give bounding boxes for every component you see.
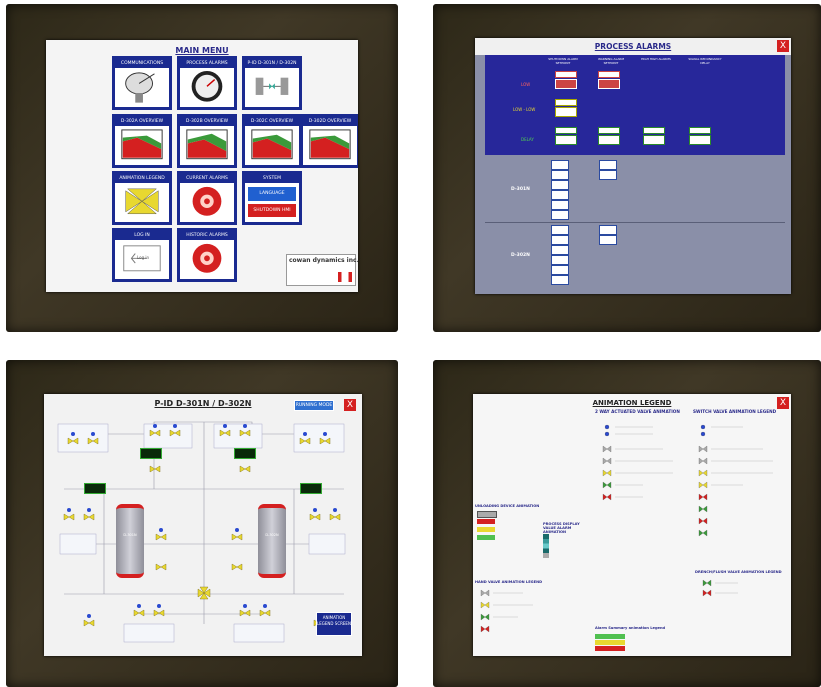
tile-system: SYSTEM LANGUAGE SHUTDOWN HMI [242,171,302,225]
alarm-box[interactable] [551,210,569,220]
alarm-box[interactable] [599,225,617,235]
setpoint-box[interactable] [555,79,577,89]
pid-schematic-icon [255,77,289,95]
setpoint-box[interactable] [598,71,620,78]
satellite-dish-icon [125,72,155,103]
animation-legend-screen-button[interactable]: ANIMATION LEGEND SCREEN [316,612,352,636]
legend-valve-icons [480,424,773,633]
alarm-summary-swatch-yellow [595,640,625,645]
process-value-swatches [543,534,549,558]
setpoint-box[interactable] [598,79,620,89]
tile-animation-legend[interactable]: ANIMATION LEGEND [112,171,172,225]
tank-level-icon [251,129,293,160]
setpoint-box[interactable] [643,127,665,134]
d302n-section: D-302N [485,223,785,289]
alarm-bell-icon [192,243,222,273]
d301n-section: D-301N [485,156,785,223]
alarm-box[interactable] [551,180,569,190]
setpoint-box[interactable] [643,135,665,145]
hmi-panel-process-alarms: PROCESS ALARMS X SHUTDOWN ALARM SETPOINT… [433,4,821,332]
setpoint-box[interactable] [689,127,711,134]
unloading-swatch-green [477,535,495,540]
setpoint-box[interactable] [689,135,711,145]
unloading-swatch-gray [477,511,497,518]
tile-d302a-overview[interactable]: D-302A OVERVIEW [112,114,172,168]
alarm-box[interactable] [551,190,569,200]
brand-logo: cowan dynamics inc. [286,254,358,286]
alarm-box[interactable] [551,160,569,170]
language-button[interactable]: LANGUAGE [247,186,297,202]
login-text: Log in [137,255,150,260]
tile-log-in[interactable]: LOG IN Log in [112,228,172,282]
setpoint-box[interactable] [555,135,577,145]
tile-d302c-overview[interactable]: D-302C OVERVIEW [242,114,302,168]
alarm-summary-swatch-green [595,634,625,639]
setpoint-box[interactable] [555,99,577,106]
close-icon[interactable]: X [777,40,789,52]
alarm-box[interactable] [599,160,617,170]
animation-legend-screen: ANIMATION LEGEND X 2 WAY ACTUATED VALVE … [473,394,791,656]
tile-d302b-overview[interactable]: D-302B OVERVIEW [177,114,237,168]
tile-historic-alarms[interactable]: HISTORIC ALARMS [177,228,237,282]
alarm-box[interactable] [551,170,569,180]
setpoint-box[interactable] [598,127,620,134]
canada-flag-icon [338,272,352,282]
pid-screen: P-ID D-301N / D-302N RUNNING MODE X D-30… [44,394,362,656]
row-label-delay: DELAY [521,137,534,142]
main-menu-screen: MAIN MENU COMMUNICATIONS PROCESS ALARMS … [46,40,358,292]
tank-level-icon [121,129,163,160]
process-alarms-screen: PROCESS ALARMS X SHUTDOWN ALARM SETPOINT… [475,38,791,294]
alarm-box[interactable] [551,245,569,255]
pid-valves [63,424,341,627]
unloading-swatch-red [477,519,495,524]
tank-level-icon [309,129,351,160]
alarm-setpoints-area: SHUTDOWN ALARM SETPOINT WARNING ALARM SE… [485,55,785,155]
pressure-gauge-icon [191,70,223,102]
valve-legend-icon [125,188,159,215]
alarm-box[interactable] [599,235,617,245]
tile-communications[interactable]: COMMUNICATIONS [112,56,172,110]
tank-level-icon [186,129,228,160]
setpoint-box[interactable] [598,135,620,145]
alarm-box[interactable] [551,200,569,210]
hmi-panel-animation-legend: ANIMATION LEGEND X 2 WAY ACTUATED VALVE … [433,360,821,687]
alarm-box[interactable] [551,225,569,235]
alarm-box[interactable] [599,170,617,180]
alarm-bell-icon [192,186,222,216]
shutdown-hmi-button[interactable]: SHUTDOWN HMI [247,203,297,218]
hmi-panel-pid: P-ID D-301N / D-302N RUNNING MODE X D-30… [6,360,398,687]
alarm-box[interactable] [551,235,569,245]
hmi-panel-main-menu: MAIN MENU COMMUNICATIONS PROCESS ALARMS … [6,4,398,332]
setpoint-box[interactable] [555,71,577,78]
setpoint-box[interactable] [555,127,577,134]
row-label-low-low: LOW - LOW [513,107,536,112]
tile-current-alarms[interactable]: CURRENT ALARMS [177,171,237,225]
process-alarms-title: PROCESS ALARMS [594,42,672,51]
tile-d302d-overview[interactable]: D-302D OVERVIEW [300,114,358,168]
unloading-swatch-yellow [477,527,495,532]
setpoint-box[interactable] [555,107,577,117]
alarm-box[interactable] [551,275,569,285]
main-menu-title: MAIN MENU [175,46,229,55]
alarm-box[interactable] [551,255,569,265]
alarm-box[interactable] [551,265,569,275]
alarm-summary-swatch-red [595,646,625,651]
tile-process-alarms[interactable]: PROCESS ALARMS [177,56,237,110]
row-label-low: LOW [521,82,531,87]
tile-pid[interactable]: P-ID D-301N / D-302N [242,56,302,110]
